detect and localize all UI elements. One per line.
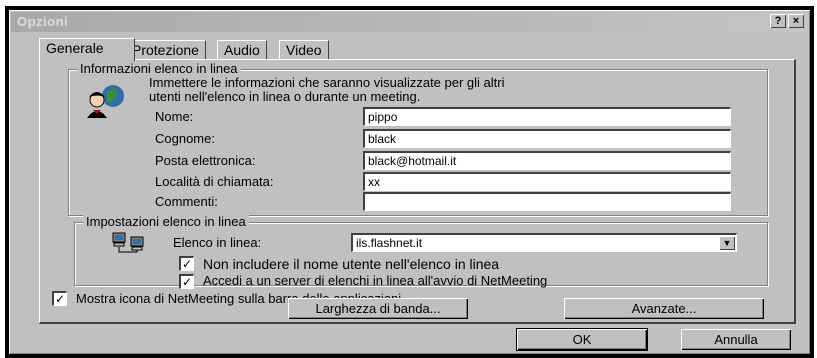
- ok-button[interactable]: OK: [516, 328, 648, 351]
- directory-info-group: Informazioni elenco in linea Immettere l…: [68, 61, 768, 216]
- cancel-button[interactable]: Annulla: [681, 329, 791, 350]
- comments-label: Commenti:: [155, 194, 218, 209]
- logon-at-start-checkbox[interactable]: ✓: [179, 274, 194, 289]
- taskbar-icon-checkbox[interactable]: ✓: [52, 291, 67, 306]
- description-line-1: Immettere le informazioni che saranno vi…: [149, 75, 505, 90]
- advanced-button[interactable]: Avanzate...: [564, 298, 764, 319]
- directory-settings-group-label: Impostazioni elenco in linea: [83, 214, 249, 229]
- exclude-name-checkbox[interactable]: ✓: [179, 256, 194, 271]
- last-name-label: Cognome:: [155, 131, 215, 146]
- general-tab-panel: Informazioni elenco in linea Immettere l…: [39, 59, 796, 324]
- location-label: Località di chiamata:: [155, 174, 274, 189]
- tab-video[interactable]: Video: [279, 40, 329, 60]
- location-field[interactable]: xx: [363, 172, 731, 191]
- bandwidth-button[interactable]: Larghezza di banda...: [288, 298, 468, 319]
- directory-settings-group: Impostazioni elenco in linea Elenco in l…: [74, 214, 768, 289]
- window-title: Opzioni: [17, 14, 69, 29]
- user-globe-icon: [87, 85, 124, 118]
- exclude-name-label: Non includere il nome utente nell'elenco…: [203, 256, 500, 272]
- directory-server-combo[interactable]: ils.flashnet.it ▼: [351, 233, 737, 252]
- options-dialog: Opzioni ? × Generale Protezione Audio Vi…: [5, 6, 814, 358]
- description-line-2: utenti nell'elenco in linea o durante un…: [149, 89, 421, 104]
- directory-server-value: ils.flashnet.it: [356, 236, 423, 250]
- last-name-field[interactable]: black: [363, 129, 731, 148]
- comments-field[interactable]: [363, 192, 731, 211]
- chevron-down-icon[interactable]: ▼: [719, 236, 735, 250]
- logon-at-start-label: Accedi a un server di elenchi in linea a…: [203, 273, 548, 288]
- close-button[interactable]: ×: [788, 14, 804, 28]
- directory-info-group-label: Informazioni elenco in linea: [77, 61, 241, 76]
- title-bar[interactable]: Opzioni ? ×: [11, 12, 808, 32]
- help-button[interactable]: ?: [770, 14, 786, 28]
- email-field[interactable]: black@hotmail.it: [363, 151, 731, 170]
- email-label: Posta elettronica:: [155, 153, 256, 168]
- tab-generale[interactable]: Generale: [39, 38, 135, 61]
- directory-server-label: Elenco in linea:: [173, 235, 262, 250]
- tab-protezione[interactable]: Protezione: [125, 40, 206, 60]
- first-name-field[interactable]: pippo: [363, 107, 731, 126]
- first-name-label: Nome:: [155, 109, 194, 124]
- directory-info-description: Immettere le informazioni che saranno vi…: [149, 76, 505, 104]
- tab-audio[interactable]: Audio: [217, 40, 267, 60]
- network-computers-icon: [112, 232, 144, 253]
